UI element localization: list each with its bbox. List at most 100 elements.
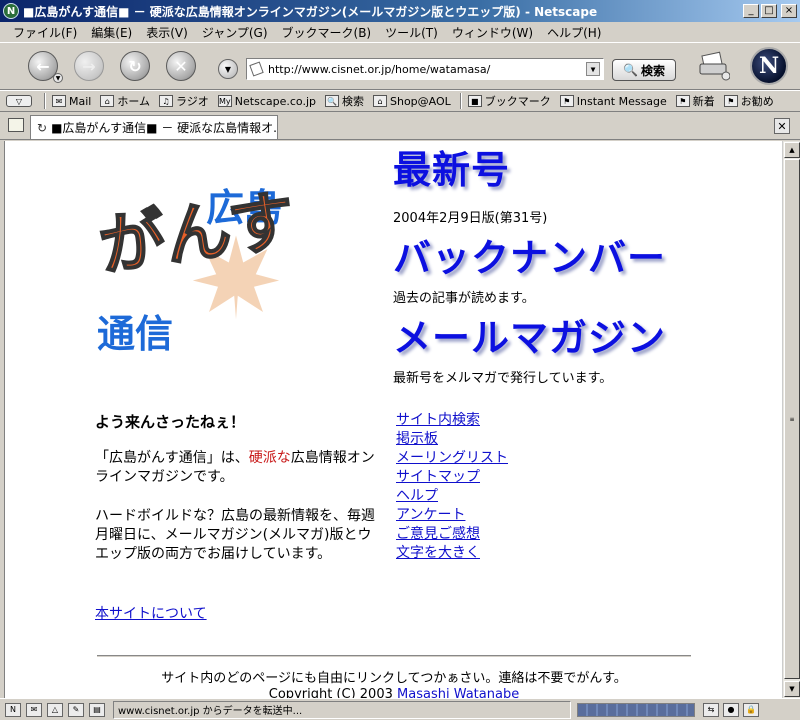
tab-current[interactable]: ↻ ■広島がんす通信■ － 硬派な広島情報オ... (30, 115, 278, 139)
stop-button[interactable]: ✕ (166, 51, 196, 81)
menu-bar: ファイル(F) 編集(E) 表示(V) ジャンプ(G) ブックマーク(B) ツー… (0, 22, 800, 42)
home-icon: ⌂ (100, 95, 115, 107)
search-icon: 🔍 (623, 63, 638, 77)
search-icon: 🔍 (325, 95, 339, 107)
latest-issue-link[interactable]: 最新号 (393, 151, 510, 189)
address-book-icon[interactable]: ▤ (89, 702, 105, 717)
copyright-text: Copyright (C) 2003 (268, 687, 398, 698)
print-icon[interactable] (698, 51, 730, 81)
copyright: Copyright (C) 2003 Masashi Watanabe (5, 687, 782, 698)
back-arrow-icon: ← (36, 56, 50, 76)
page-content: 広島 がんす 通信 最新号 2004年2月9日版(第31号) バックナンバー 過… (4, 141, 782, 698)
bookmark-icon: ⚑ (723, 95, 738, 107)
bookmark-mail[interactable]: ✉ Mail (52, 95, 91, 108)
bookmark-radio[interactable]: ♫ ラジオ (159, 93, 209, 109)
reload-button[interactable]: ↻ (120, 51, 150, 81)
status-icons: ⇆ ● 🔒 (703, 702, 759, 717)
menu-view[interactable]: 表示(V) (139, 24, 195, 41)
bookmark-folder[interactable]: ■ ブックマーク (467, 93, 551, 109)
feedback-link[interactable]: ご意見ご感想 (396, 525, 508, 544)
tab-bar: ↻ ■広島がんす通信■ － 硬派な広島情報オ... ✕ (0, 112, 800, 140)
bookmark-label: Netscape.co.jp (234, 94, 316, 108)
larger-text-link[interactable]: 文字を大きく (396, 544, 508, 563)
url-history-dropdown-icon[interactable]: ▼ (586, 62, 600, 76)
instant-message-icon[interactable]: △ (47, 702, 63, 717)
vertical-scrollbar[interactable]: ▲ ≡ ▼ (782, 141, 800, 698)
description-paragraph: ハードボイルドな？広島の最新情報を、毎週月曜日に、メールマガジン(メルマガ)版と… (95, 508, 375, 562)
maximize-button[interactable]: □ (761, 4, 777, 18)
author-link[interactable]: Masashi Watanabe (397, 687, 519, 698)
chevron-down-icon[interactable]: ▼ (218, 59, 238, 79)
bookmark-recommended[interactable]: ⚑ お勧め (723, 93, 774, 109)
footer-divider (97, 655, 691, 658)
forward-arrow-icon: → (82, 56, 96, 76)
minimize-button[interactable]: _ (743, 4, 759, 18)
menu-bookmarks[interactable]: ブックマーク(B) (275, 24, 379, 41)
composer-icon[interactable]: ✎ (68, 702, 84, 717)
logo-tsushin-text: 通信 (97, 312, 174, 356)
sitemap-link[interactable]: サイトマップ (396, 468, 508, 487)
scroll-down-icon[interactable]: ▼ (784, 681, 800, 697)
bookmark-label: Mail (69, 94, 92, 108)
latest-issue-date: 2004年2月9日版(第31号) (393, 211, 548, 226)
progress-bar (577, 702, 695, 717)
back-history-dropdown-icon[interactable]: ▼ (53, 73, 63, 83)
personal-toolbar: ▽ ✉ Mail ⌂ ホーム ♫ ラジオ My Netscape.co.jp 🔍 検索 ⌂… (0, 90, 800, 112)
menu-tools[interactable]: ツール(T) (378, 24, 445, 41)
bookmark-label: Instant Message (576, 94, 667, 108)
scroll-up-icon[interactable]: ▲ (784, 142, 800, 158)
folder-icon: ■ (467, 95, 482, 107)
bookmark-new[interactable]: ⚑ 新着 (675, 93, 715, 109)
mail-magazine-link[interactable]: メールマガジン (393, 319, 666, 357)
bbs-link[interactable]: 掲示板 (396, 430, 508, 449)
netscape-status-icon[interactable]: N (5, 702, 21, 717)
back-number-desc: 過去の記事が読めます。 (393, 291, 535, 306)
about-site-link[interactable]: 本サイトについて (95, 603, 207, 623)
back-button[interactable]: ← ▼ (28, 51, 63, 83)
url-text[interactable]: http://www.cisnet.or.jp/home/watamasa/ (268, 63, 586, 76)
bookmark-instant-message[interactable]: ⚑ Instant Message (559, 94, 667, 108)
online-status-icon[interactable]: ⇆ (703, 702, 719, 717)
close-tab-icon[interactable]: ✕ (774, 118, 790, 134)
shop-icon: ⌂ (373, 95, 387, 107)
forward-button[interactable]: → (74, 51, 104, 81)
netscape-app-icon[interactable]: N (3, 3, 19, 19)
menu-help[interactable]: ヘルプ(H) (540, 24, 608, 41)
scrollbar-thumb[interactable]: ≡ (784, 159, 800, 679)
survey-link[interactable]: アンケート (396, 506, 508, 525)
address-field[interactable]: http://www.cisnet.or.jp/home/watamasa/ ▼ (246, 58, 604, 80)
page-icon[interactable] (249, 61, 264, 77)
bookmark-shop-aol[interactable]: ⌂ Shop@AOL (373, 95, 451, 108)
close-button[interactable]: × (781, 4, 797, 18)
menu-file[interactable]: ファイル(F) (6, 24, 84, 41)
site-links-list: サイト内検索 掲示板 メーリングリスト サイトマップ ヘルプ アンケート ご意見… (396, 411, 508, 563)
menu-window[interactable]: ウィンドウ(W) (445, 24, 540, 41)
bookmark-label: お勧め (740, 95, 774, 108)
bookmark-label: ブックマーク (484, 95, 551, 108)
security-icon[interactable]: ● (723, 702, 739, 717)
mail-icon: ✉ (52, 95, 66, 107)
sidebar-toggle-icon[interactable] (8, 118, 24, 132)
navigation-toolbar: ← ▼ → ↻ ✕ ▼ http://www.cisnet.or.jp/home… (0, 42, 800, 90)
bookmark-search[interactable]: 🔍 検索 (325, 93, 364, 109)
mail-magazine-desc: 最新号をメルマガで発行しています。 (393, 371, 613, 386)
menu-go[interactable]: ジャンプ(G) (195, 24, 275, 41)
home-tab-button[interactable]: ▽ (6, 95, 35, 107)
menu-edit[interactable]: 編集(E) (84, 24, 139, 41)
bookmark-home[interactable]: ⌂ ホーム (100, 93, 150, 109)
toolbar-separator (459, 93, 462, 109)
back-number-link[interactable]: バックナンバー (393, 239, 666, 277)
intro-prefix: 「広島がんす通信」は、 (95, 450, 249, 466)
mailing-list-link[interactable]: メーリングリスト (396, 449, 508, 468)
footer-note: サイト内のどのページにも自由にリンクしてつかぁさい。連絡は不要でがんす。 (161, 671, 627, 686)
bookmark-netscape[interactable]: My Netscape.co.jp (217, 94, 316, 108)
lock-icon[interactable]: 🔒 (743, 702, 759, 717)
netscape-logo[interactable]: N (750, 47, 788, 85)
help-link[interactable]: ヘルプ (396, 487, 508, 506)
my-netscape-icon: My (217, 95, 232, 107)
bookmark-icon: ⚑ (675, 95, 690, 107)
window-title: ■広島がんす通信■ － 硬派な広島情報オンラインマガジン(メールマガジン版とウエ… (23, 4, 598, 19)
search-button[interactable]: 🔍 検索 (612, 59, 676, 81)
site-search-link[interactable]: サイト内検索 (396, 411, 508, 430)
mail-icon[interactable]: ✉ (26, 702, 42, 717)
